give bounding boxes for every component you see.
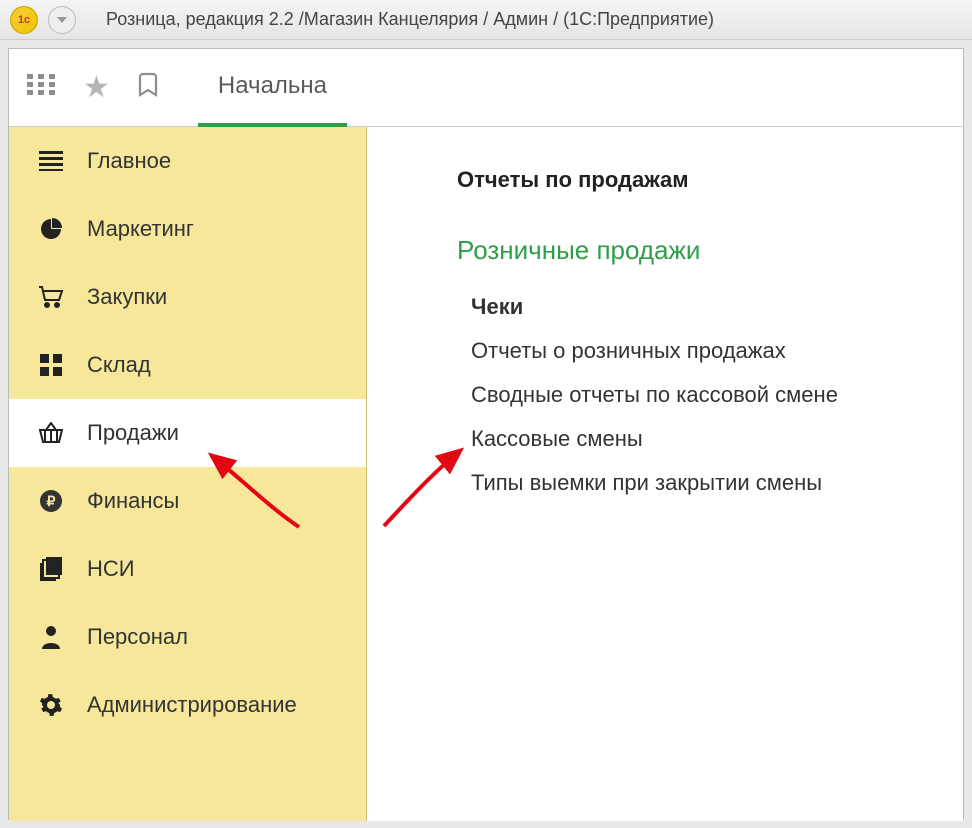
piechart-icon xyxy=(37,217,65,241)
sidebar-item-label: Администрирование xyxy=(87,692,297,718)
link-cash-shifts[interactable]: Кассовые смены xyxy=(457,426,963,452)
link-sales-reports[interactable]: Отчеты по продажам xyxy=(457,167,963,193)
workspace: ★ Начальна Главное Маркетинг Зак xyxy=(8,48,964,820)
stack-icon xyxy=(37,557,65,581)
sidebar-item-finance[interactable]: ₽ Финансы xyxy=(9,467,366,535)
tab-label: Начальна xyxy=(218,72,327,100)
sidebar-item-main[interactable]: Главное xyxy=(9,127,366,195)
sidebar-item-personnel[interactable]: Персонал xyxy=(9,603,366,671)
sidebar-item-label: Маркетинг xyxy=(87,216,194,242)
app-menu-dropdown[interactable] xyxy=(48,6,76,34)
ruble-icon: ₽ xyxy=(37,489,65,513)
sidebar-item-warehouse[interactable]: Склад xyxy=(9,331,366,399)
menu-icon xyxy=(37,151,65,171)
sidebar-item-nsi[interactable]: НСИ xyxy=(9,535,366,603)
link-withdrawal-types[interactable]: Типы выемки при закрытии смены xyxy=(457,470,963,496)
window-title: Розница, редакция 2.2 /Магазин Канцеляри… xyxy=(106,9,714,30)
sidebar-item-label: Закупки xyxy=(87,284,167,310)
sidebar-item-sales[interactable]: Продажи xyxy=(9,399,366,467)
basket-icon xyxy=(37,422,65,444)
favorites-star-icon[interactable]: ★ xyxy=(83,70,110,105)
section-retail-sales: Розничные продажи xyxy=(457,235,963,266)
sidebar-item-label: НСИ xyxy=(87,556,135,582)
sidebar-item-label: Продажи xyxy=(87,420,179,446)
sections-grid-icon[interactable] xyxy=(27,74,55,101)
tab-start-page[interactable]: Начальна xyxy=(198,49,347,127)
link-receipts[interactable]: Чеки xyxy=(457,294,963,320)
gear-icon xyxy=(37,693,65,717)
content-panel: Отчеты по продажам Розничные продажи Чек… xyxy=(367,127,963,821)
sidebar-item-marketing[interactable]: Маркетинг xyxy=(9,195,366,263)
sidebar: Главное Маркетинг Закупки Склад Продажи xyxy=(9,127,367,821)
link-retail-sales-reports[interactable]: Отчеты о розничных продажах xyxy=(457,338,963,364)
titlebar: 1c Розница, редакция 2.2 /Магазин Канцел… xyxy=(0,0,972,40)
app-logo-icon[interactable]: 1c xyxy=(10,6,38,34)
svg-text:₽: ₽ xyxy=(47,493,56,509)
sidebar-item-label: Главное xyxy=(87,148,171,174)
history-icon[interactable] xyxy=(138,72,162,103)
grid4-icon xyxy=(37,354,65,376)
sidebar-item-administration[interactable]: Администрирование xyxy=(9,671,366,739)
sidebar-item-label: Персонал xyxy=(87,624,188,650)
top-toolbar: ★ Начальна xyxy=(9,49,963,127)
sidebar-item-label: Склад xyxy=(87,352,151,378)
cart-icon xyxy=(37,286,65,308)
link-shift-summary-reports[interactable]: Сводные отчеты по кассовой смене xyxy=(457,382,963,408)
sidebar-item-purchases[interactable]: Закупки xyxy=(9,263,366,331)
sidebar-item-label: Финансы xyxy=(87,488,179,514)
person-icon xyxy=(37,625,65,649)
